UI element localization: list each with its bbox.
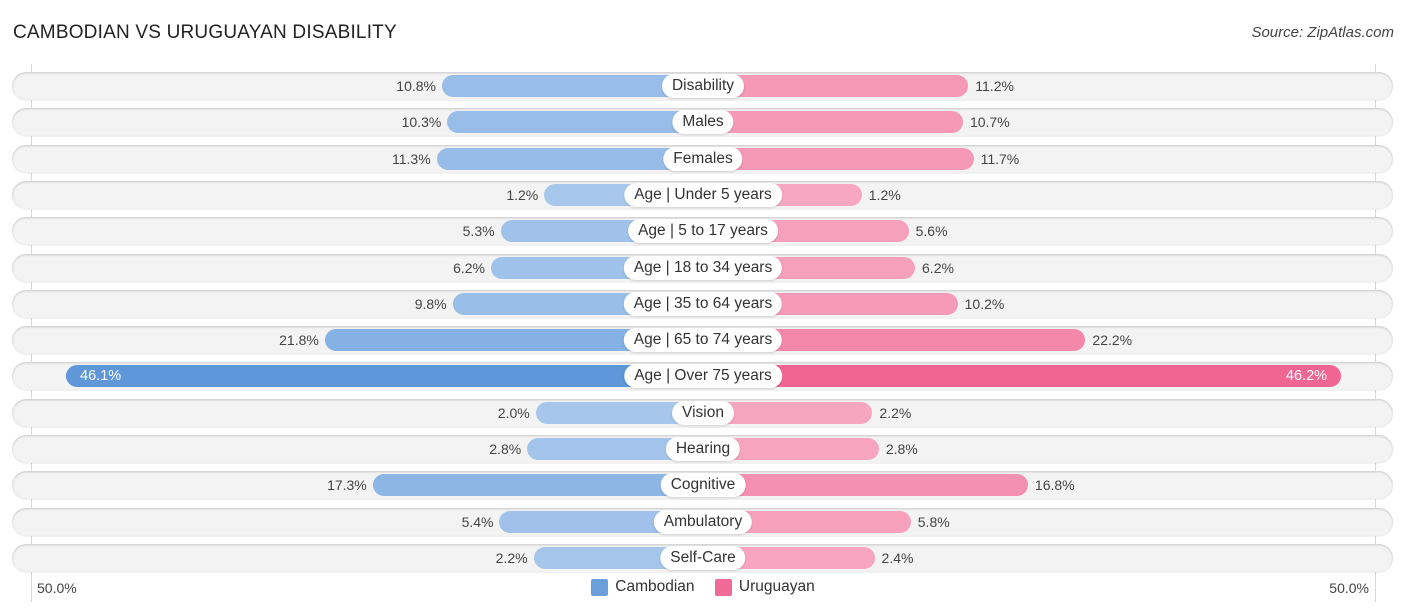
value-label-uruguayan: 16.8% [1034, 477, 1075, 494]
bar-uruguayan [703, 365, 1342, 388]
chart-row: 2.2% 2.4% Self-Care [12, 543, 1393, 572]
bar-cambodian [66, 365, 703, 388]
category-label: Age | 65 to 74 years [623, 328, 783, 353]
category-label: Cognitive [660, 473, 746, 498]
value-label-cambodian: 10.8% [396, 78, 436, 94]
chart-title: CAMBODIAN VS URUGUAYAN DISABILITY [13, 22, 397, 43]
legend-label: Cambodian [615, 578, 695, 595]
chart-row: 5.4% 5.8% Ambulatory [12, 507, 1393, 536]
value-label-uruguayan: 22.2% [1092, 332, 1133, 349]
value-label-cambodian: 2.8% [489, 441, 522, 457]
value-label-cambodian: 1.2% [506, 186, 539, 203]
chart-row: 2.0% 2.2% Vision [12, 398, 1393, 427]
value-label-uruguayan: 2.4% [881, 549, 914, 566]
legend-swatch-cambodian [591, 578, 609, 596]
category-label: Age | 35 to 64 years [623, 291, 783, 316]
value-label-uruguayan: 5.8% [917, 513, 950, 530]
value-label-uruguayan: 1.2% [868, 186, 901, 203]
value-label-cambodian: 5.4% [461, 513, 494, 530]
legend-swatch-uruguayan [714, 578, 732, 596]
category-label: Age | 5 to 17 years [628, 219, 778, 244]
chart-row: 17.3% 16.8% Cognitive [12, 471, 1393, 500]
value-label-cambodian: 9.8% [414, 295, 447, 312]
source-label: Source: ZipAtlas.com [1251, 24, 1394, 41]
category-label: Vision [672, 400, 734, 425]
legend-label: Uruguayan [738, 578, 815, 595]
value-label-cambodian: 21.8% [279, 332, 319, 349]
category-label: Age | 18 to 34 years [623, 255, 783, 280]
bar-cambodian [372, 474, 703, 497]
category-label: Males [672, 110, 734, 135]
chart-row: 6.2% 6.2% Age | 18 to 34 years [12, 253, 1393, 282]
legend-item-uruguayan[interactable]: Uruguayan [714, 578, 815, 596]
bar-cambodian [447, 111, 703, 134]
chart-row: 10.8% 11.2% Disability [12, 72, 1393, 100]
bar-uruguayan [703, 474, 1028, 497]
legend-item-cambodian[interactable]: Cambodian [591, 578, 695, 596]
chart-row: 21.8% 22.2% Age | 65 to 74 years [12, 326, 1393, 355]
value-label-uruguayan: 11.2% [975, 78, 1014, 94]
chart-row: 9.8% 10.2% Age | 35 to 64 years [12, 289, 1393, 318]
value-label-uruguayan: 10.7% [969, 114, 1010, 131]
value-label-cambodian: 11.3% [391, 150, 431, 167]
category-label: Hearing [665, 437, 741, 461]
value-label-cambodian: 5.3% [462, 223, 495, 240]
bar-uruguayan [703, 147, 974, 170]
bar-uruguayan [703, 111, 963, 134]
chart-row: 10.3% 10.7% Males [12, 108, 1393, 137]
category-label: Age | Under 5 years [624, 182, 782, 207]
value-label-cambodian: 17.3% [327, 477, 367, 494]
chart-row: 1.2% 1.2% Age | Under 5 years [12, 180, 1393, 209]
value-label-uruguayan: 2.8% [885, 441, 918, 457]
value-label-cambodian: 10.3% [401, 114, 442, 131]
value-label-cambodian: 6.2% [453, 259, 485, 276]
value-label-uruguayan: 2.2% [879, 404, 912, 421]
chart-row: 5.3% 5.6% Age | 5 to 17 years [12, 217, 1393, 246]
category-label: Ambulatory [653, 509, 753, 534]
category-label: Self-Care [660, 545, 746, 570]
value-label-uruguayan: 10.2% [964, 295, 1005, 312]
chart-row: 2.8% 2.8% Hearing [12, 435, 1393, 463]
chart-row: 11.3% 11.7% Females [12, 144, 1393, 173]
value-label-uruguayan: 5.6% [915, 223, 948, 240]
category-label: Females [663, 146, 743, 171]
value-label-uruguayan: 46.2% [1285, 368, 1328, 385]
value-label-cambodian: 2.2% [495, 549, 528, 566]
value-label-uruguayan: 6.2% [922, 259, 954, 276]
value-label-cambodian: 2.0% [497, 404, 530, 421]
legend: Cambodian Uruguayan [0, 578, 1406, 601]
value-label-cambodian: 46.1% [80, 368, 122, 385]
category-label: Disability [661, 74, 745, 98]
value-label-uruguayan: 11.7% [980, 150, 1020, 167]
chart-row: 46.1% 46.2% Age | Over 75 years [12, 362, 1393, 391]
category-label: Age | Over 75 years [624, 364, 782, 389]
